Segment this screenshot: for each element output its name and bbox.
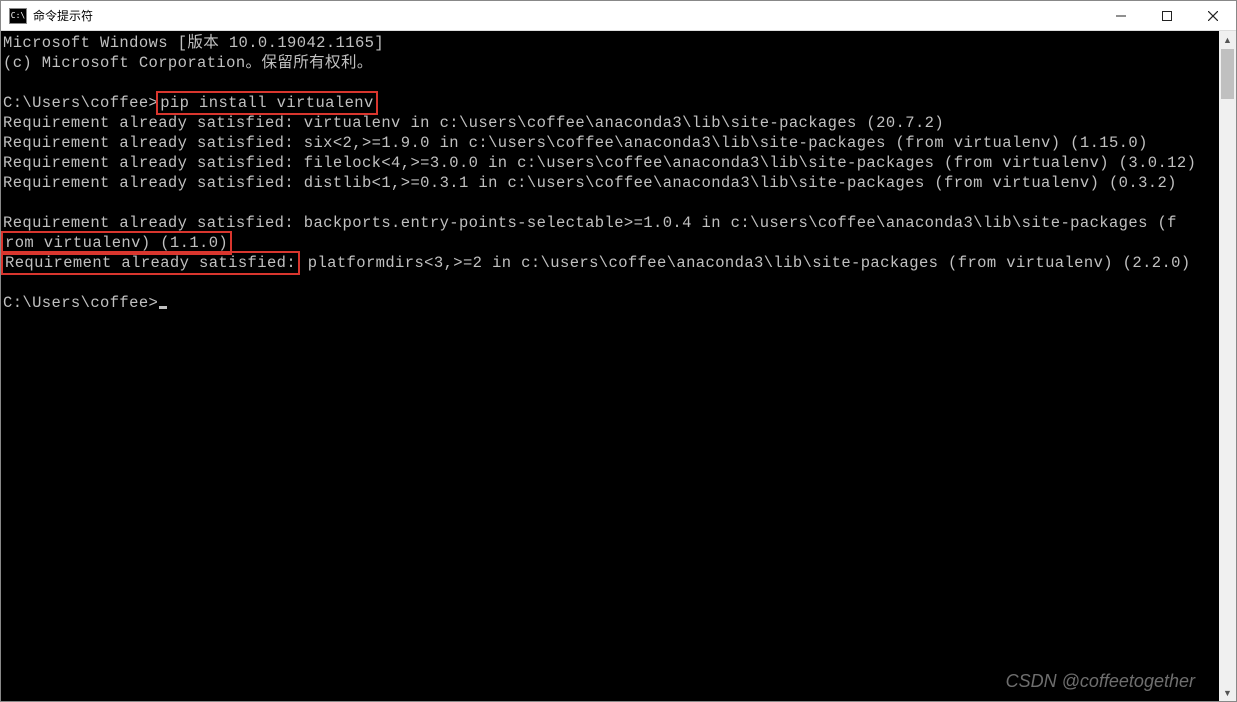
terminal-line xyxy=(3,73,1217,93)
window-controls xyxy=(1098,1,1236,30)
vertical-scrollbar[interactable]: ▲ ▼ xyxy=(1219,31,1236,701)
terminal-output[interactable]: Microsoft Windows [版本 10.0.19042.1165](c… xyxy=(1,31,1219,701)
terminal-text: platformdirs<3,>=2 in c:\users\coffee\an… xyxy=(298,254,1191,272)
titlebar[interactable]: C:\ 命令提示符 xyxy=(1,1,1236,31)
terminal-line: Requirement already satisfied: six<2,>=1… xyxy=(3,133,1217,153)
close-button[interactable] xyxy=(1190,1,1236,30)
scrollbar-thumb[interactable] xyxy=(1221,49,1234,99)
terminal-line: Requirement already satisfied: distlib<1… xyxy=(3,173,1217,193)
terminal-line: Requirement already satisfied: platformd… xyxy=(3,253,1217,273)
terminal-line: Requirement already satisfied: backports… xyxy=(3,213,1217,233)
terminal-line: C:\Users\coffee>pip install virtualenv xyxy=(3,93,1217,113)
terminal-line: C:\Users\coffee> xyxy=(3,293,1217,313)
prompt: C:\Users\coffee> xyxy=(3,94,158,112)
app-icon: C:\ xyxy=(9,8,27,24)
scroll-up-arrow-icon[interactable]: ▲ xyxy=(1219,31,1236,48)
terminal-line: Requirement already satisfied: virtualen… xyxy=(3,113,1217,133)
terminal-line: (c) Microsoft Corporation。保留所有权利。 xyxy=(3,53,1217,73)
minimize-icon xyxy=(1116,11,1126,21)
terminal-line: Microsoft Windows [版本 10.0.19042.1165] xyxy=(3,33,1217,53)
watermark: CSDN @coffeetogether xyxy=(1006,671,1195,691)
maximize-icon xyxy=(1162,11,1172,21)
highlight-command: pip install virtualenv xyxy=(156,91,377,115)
highlight-requirement: Requirement already satisfied: xyxy=(1,251,300,275)
minimize-button[interactable] xyxy=(1098,1,1144,30)
cursor xyxy=(159,306,167,309)
terminal-line xyxy=(3,273,1217,293)
maximize-button[interactable] xyxy=(1144,1,1190,30)
prompt: C:\Users\coffee> xyxy=(3,294,158,312)
terminal-line: rom virtualenv) (1.1.0) xyxy=(3,233,1217,253)
terminal-line xyxy=(3,193,1217,213)
window-title: 命令提示符 xyxy=(33,7,1098,24)
cmd-window: C:\ 命令提示符 Microsoft Windows [版本 10.0.190… xyxy=(0,0,1237,702)
terminal-area: Microsoft Windows [版本 10.0.19042.1165](c… xyxy=(1,31,1236,701)
scroll-down-arrow-icon[interactable]: ▼ xyxy=(1219,684,1236,701)
close-icon xyxy=(1208,11,1218,21)
terminal-line: Requirement already satisfied: filelock<… xyxy=(3,153,1217,173)
